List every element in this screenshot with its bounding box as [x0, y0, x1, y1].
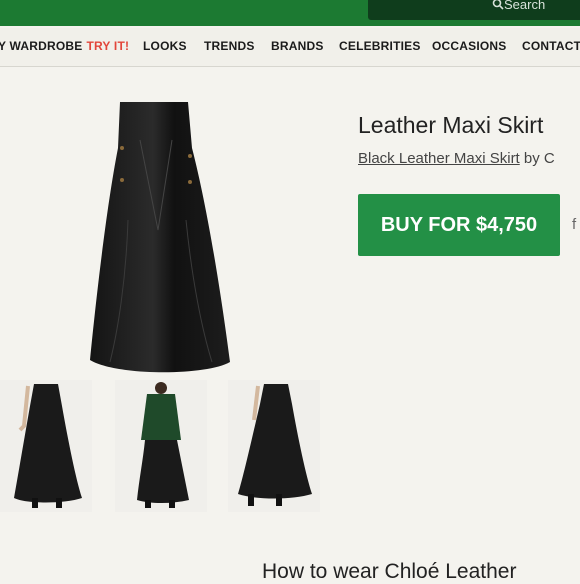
nav-trends[interactable]: TRENDS [204, 39, 255, 53]
nav-looks[interactable]: LOOKS [143, 39, 187, 53]
product-thumbnail-3[interactable] [228, 380, 320, 512]
nav-contact[interactable]: CONTACT [522, 39, 580, 53]
how-to-wear-heading: How to wear Chloé Leather [262, 560, 517, 583]
brand-initial[interactable]: C [544, 150, 555, 167]
nav-celebrities[interactable]: CELEBRITIES [339, 39, 421, 53]
nav-try-it: TRY IT! [86, 39, 130, 53]
product-subtitle: Black Leather Maxi Skirt by C [358, 150, 555, 167]
nav-wardrobe-label: Y WARDROBE [0, 39, 83, 53]
top-bar: Search [0, 0, 580, 26]
nav-occasions[interactable]: OCCASIONS [432, 39, 506, 53]
side-text-fragment: f [572, 216, 577, 233]
search-label: Search [504, 0, 546, 12]
product-name-link[interactable]: Black Leather Maxi Skirt [358, 150, 520, 167]
product-main-image[interactable] [88, 100, 233, 378]
main-nav: Y WARDROBE TRY IT! LOOKS TRENDS BRANDS CE… [0, 28, 580, 67]
product-thumbnail-1[interactable] [0, 380, 92, 512]
search-box[interactable]: Search [368, 0, 580, 20]
product-thumbnail-2[interactable] [115, 380, 207, 512]
product-title: Leather Maxi Skirt [358, 112, 544, 138]
search-icon [492, 0, 504, 10]
by-label: by [523, 150, 540, 167]
buy-button[interactable]: BUY FOR $4,750 [358, 194, 560, 256]
nav-my-wardrobe[interactable]: Y WARDROBE TRY IT! [0, 39, 129, 53]
nav-brands[interactable]: BRANDS [271, 39, 324, 53]
